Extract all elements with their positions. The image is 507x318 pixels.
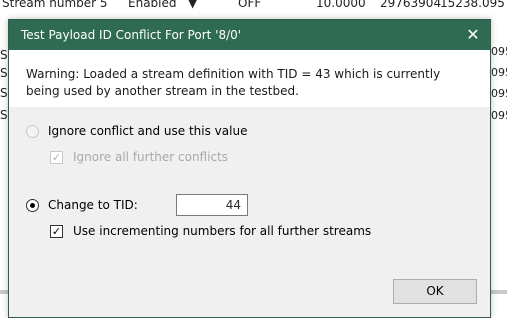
bg-scroll-divider: [0, 290, 8, 294]
ignore-conflict-option[interactable]: Ignore conflict and use this value: [26, 124, 247, 138]
bg-off: OFF: [238, 0, 262, 10]
bg-scroll-divider: [491, 290, 507, 294]
bg-right-cell: 095: [491, 66, 507, 79]
warning-message: Warning: Loaded a stream definition with…: [26, 67, 441, 98]
ignore-all-label: Ignore all further conflicts: [73, 150, 229, 164]
close-icon: ✕: [466, 25, 480, 44]
bg-left-cell: S: [0, 66, 8, 80]
tid-input[interactable]: 44: [176, 194, 248, 216]
bg-count: 29763904: [380, 0, 442, 10]
bg-right-cell: 095: [491, 45, 507, 58]
dialog-title: Test Payload ID Conflict For Port '8/0': [21, 28, 242, 42]
bg-left-cell: S: [0, 108, 8, 122]
dialog-titlebar[interactable]: Test Payload ID Conflict For Port '8/0' …: [9, 20, 490, 50]
change-tid-option[interactable]: Change to TID:: [26, 198, 138, 212]
bg-rate: 10.0000: [316, 0, 366, 10]
ignore-conflict-label: Ignore conflict and use this value: [48, 124, 248, 138]
bg-right-cell: 095: [491, 109, 507, 122]
tid-conflict-dialog: Test Payload ID Conflict For Port '8/0' …: [8, 19, 491, 318]
incrementing-checkbox[interactable]: ✓: [50, 224, 63, 238]
ignore-conflict-radio[interactable]: [26, 124, 39, 138]
bg-enabled: Enabled: [128, 0, 177, 10]
bg-stream-name: Stream number 5: [2, 0, 108, 10]
bg-left-cell: S: [0, 48, 8, 62]
bg-right-cell: 095: [491, 87, 507, 100]
ok-button[interactable]: OK: [393, 279, 477, 304]
close-button[interactable]: ✕: [456, 20, 490, 50]
background-table-header-row: Stream number 5 Enabled ▼ OFF 10.0000 29…: [0, 0, 507, 12]
warning-panel: Warning: Loaded a stream definition with…: [9, 50, 490, 107]
incrementing-label: Use incrementing numbers for all further…: [73, 224, 372, 238]
change-tid-radio[interactable]: [26, 198, 39, 212]
ignore-all-checkbox[interactable]: ✓: [50, 150, 63, 164]
ignore-all-option[interactable]: ✓ Ignore all further conflicts: [50, 150, 228, 164]
incrementing-option[interactable]: ✓ Use incrementing numbers for all furth…: [50, 224, 371, 238]
bg-value: 15238.095: [440, 0, 505, 10]
bg-dropdown-icon: ▼: [188, 0, 198, 10]
bg-left-cell: S: [0, 86, 8, 100]
change-tid-label: Change to TID:: [48, 198, 138, 212]
